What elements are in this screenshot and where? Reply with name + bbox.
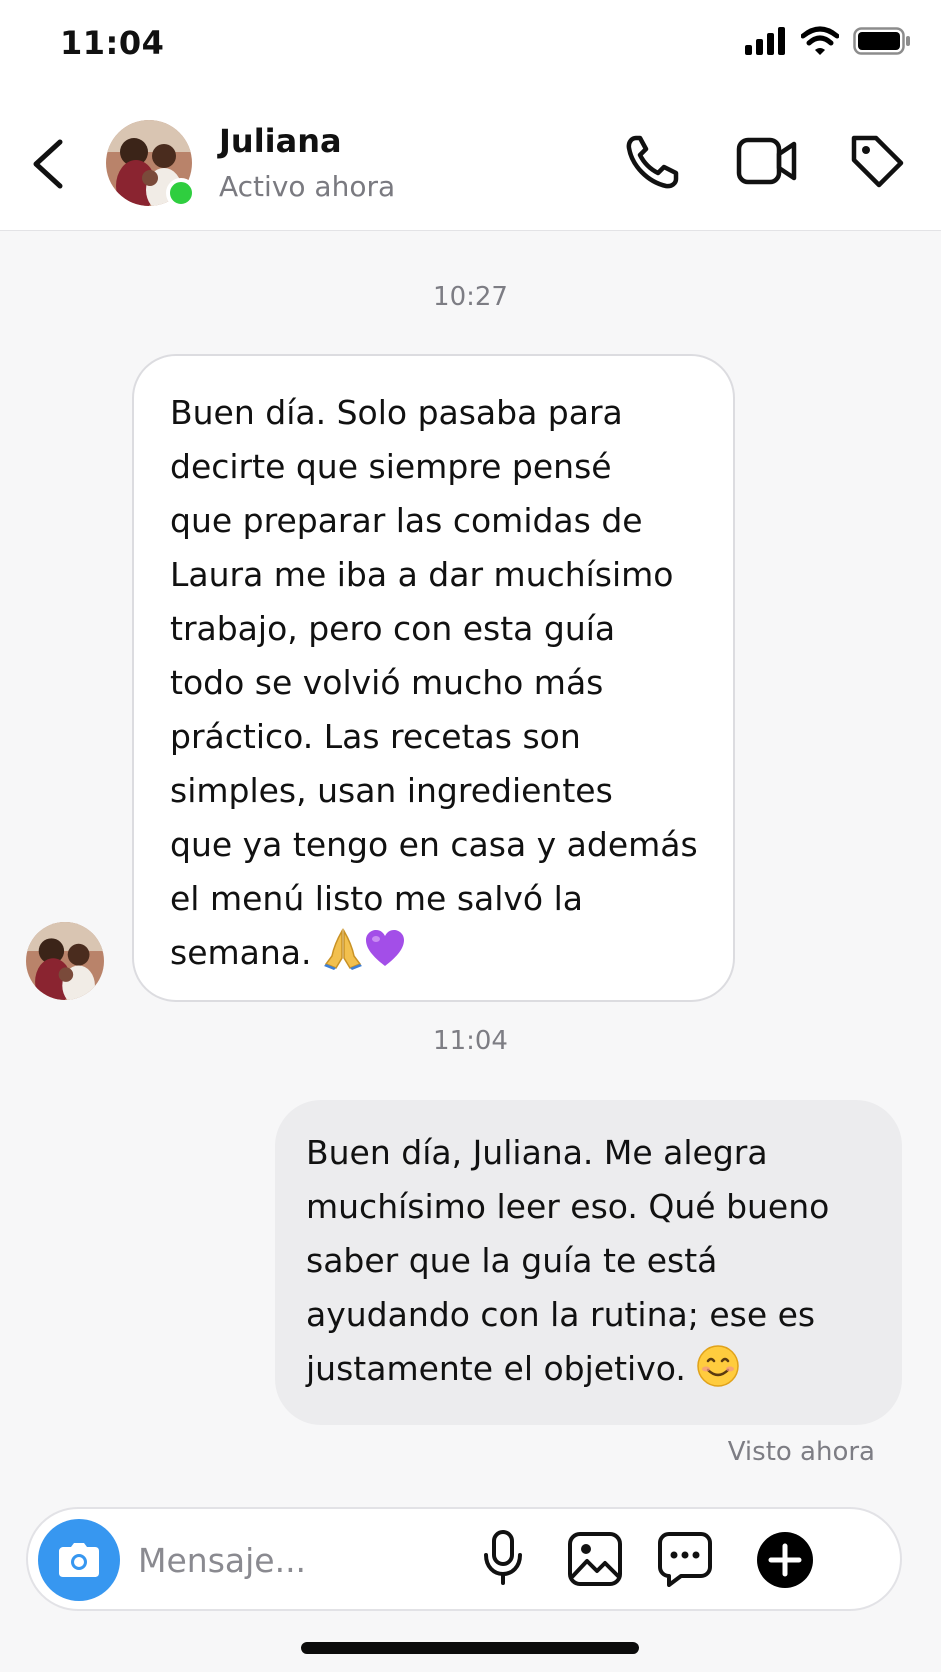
smiling-face-icon <box>697 1345 740 1387</box>
chat-header: Juliana Activo ahora <box>0 92 941 231</box>
video-camera-icon <box>736 137 797 185</box>
tag-button[interactable] <box>848 132 906 194</box>
message-composer <box>26 1507 902 1611</box>
chevron-left-icon <box>33 139 63 189</box>
status-icons <box>745 26 911 56</box>
battery-icon <box>853 27 910 55</box>
back-button[interactable] <box>26 134 70 194</box>
camera-button[interactable] <box>38 1519 120 1601</box>
contact-name[interactable]: Juliana <box>219 122 342 160</box>
status-time: 11:04 <box>60 24 165 62</box>
status-bar: 11:04 <box>0 0 941 92</box>
incoming-message-text: Buen día. Solo pasaba para decirte que s… <box>170 393 698 972</box>
plus-circle-icon <box>757 1532 813 1588</box>
online-indicator <box>166 178 196 208</box>
purple-heart-icon <box>366 930 404 966</box>
incoming-message-bubble[interactable]: Buen día. Solo pasaba para decirte que s… <box>132 354 735 1002</box>
contact-status: Activo ahora <box>219 170 396 203</box>
folded-hands-icon <box>324 928 362 970</box>
timestamp: 10:27 <box>433 282 508 312</box>
add-button[interactable] <box>756 1531 814 1593</box>
seen-status: Visto ahora <box>727 1437 875 1467</box>
home-indicator <box>301 1642 639 1654</box>
tag-icon <box>851 135 904 188</box>
wifi-icon <box>801 26 839 55</box>
sender-avatar[interactable] <box>26 922 104 1000</box>
signal-icon <box>745 27 785 55</box>
outgoing-message-text: Buen día, Juliana. Me alegra muchísimo l… <box>306 1133 830 1388</box>
microphone-button[interactable] <box>482 1529 524 1591</box>
message-input[interactable] <box>136 1531 480 1589</box>
phone-icon <box>626 135 679 189</box>
image-icon <box>568 1532 622 1586</box>
avatar-photo <box>26 922 104 1000</box>
gallery-button[interactable] <box>567 1531 623 1591</box>
timestamp: 11:04 <box>433 1026 508 1056</box>
video-call-button[interactable] <box>736 136 798 190</box>
microphone-icon <box>484 1530 522 1585</box>
outgoing-message-bubble[interactable]: Buen día, Juliana. Me alegra muchísimo l… <box>275 1100 902 1425</box>
call-button[interactable] <box>624 132 682 196</box>
sticker-button[interactable] <box>657 1531 713 1591</box>
chat-bubble-icon <box>658 1532 712 1587</box>
camera-icon <box>59 1543 99 1577</box>
